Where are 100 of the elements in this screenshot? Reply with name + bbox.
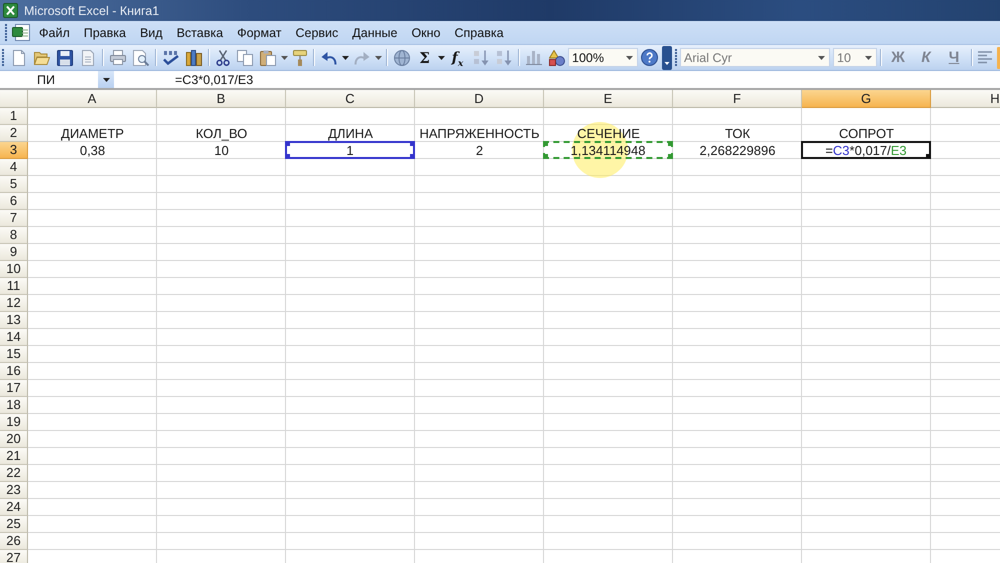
print-preview-icon[interactable] xyxy=(132,50,148,66)
fill-handle-icon[interactable] xyxy=(926,154,931,159)
selection-handle-icon[interactable] xyxy=(543,154,548,159)
row-header[interactable]: 6 xyxy=(0,193,28,210)
row-header[interactable]: 21 xyxy=(0,448,28,465)
row-header[interactable]: 16 xyxy=(0,363,28,380)
menu-item[interactable]: Справка xyxy=(448,26,511,40)
insert-function-button[interactable]: f$_{x}$ xyxy=(449,48,466,68)
menu-item[interactable]: Вид xyxy=(132,26,170,40)
selection-handle-icon[interactable] xyxy=(285,141,290,146)
cell-value: 1,134114948 xyxy=(570,142,646,158)
row-header[interactable]: 7 xyxy=(0,210,28,227)
row-header[interactable]: 8 xyxy=(0,227,28,244)
column-header[interactable]: G xyxy=(802,90,931,108)
sort-ascending-icon[interactable] xyxy=(472,50,488,66)
row-header[interactable]: 10 xyxy=(0,261,28,278)
shapes-icon[interactable] xyxy=(548,50,564,66)
paintbrush-icon[interactable] xyxy=(292,50,306,66)
selection-handle-icon[interactable] xyxy=(668,141,673,146)
menu-item[interactable]: Файл xyxy=(32,26,77,40)
row-header[interactable]: 9 xyxy=(0,244,28,261)
column-header[interactable]: F xyxy=(673,90,802,108)
row-header[interactable]: 17 xyxy=(0,380,28,397)
document-icon[interactable] xyxy=(82,50,94,66)
selection-handle-icon[interactable] xyxy=(410,154,415,159)
caret-icon[interactable] xyxy=(342,56,348,60)
caret-icon[interactable] xyxy=(374,56,382,60)
align-left-icon[interactable] xyxy=(978,51,992,64)
grip-icon[interactable] xyxy=(5,24,8,41)
column-header[interactable]: H xyxy=(931,90,1000,108)
folder-icon[interactable] xyxy=(34,50,50,64)
row-header[interactable]: 2 xyxy=(0,125,28,142)
column-header[interactable]: E xyxy=(544,90,673,108)
menu-item[interactable]: Окно xyxy=(404,26,448,40)
selection-handle-icon[interactable] xyxy=(543,141,548,146)
menu-item[interactable]: Данные xyxy=(345,26,404,40)
row-header[interactable]: 20 xyxy=(0,431,28,448)
column-header[interactable]: D xyxy=(415,90,544,108)
row-header[interactable]: 19 xyxy=(0,414,28,431)
new-document-icon[interactable] xyxy=(12,50,24,66)
globe-icon[interactable] xyxy=(394,50,410,66)
table-cell-text: СОПРОТ xyxy=(838,125,895,142)
undo-icon[interactable] xyxy=(320,50,336,64)
row-header[interactable]: 24 xyxy=(0,499,28,516)
zoom-combo[interactable]: 100% xyxy=(568,48,638,67)
bar-chart-icon[interactable] xyxy=(526,50,542,65)
active-cell[interactable]: =C3*0,017/E3 xyxy=(801,141,931,159)
books-icon[interactable] xyxy=(186,50,202,66)
selection-handle-icon[interactable] xyxy=(285,154,290,159)
copy-icon[interactable] xyxy=(236,50,252,66)
row-header[interactable]: 4 xyxy=(0,159,28,176)
column-header[interactable]: B xyxy=(157,90,286,108)
row-header[interactable]: 25 xyxy=(0,516,28,533)
column-header[interactable]: C xyxy=(286,90,415,108)
table-cell-text: НАПРЯЖЕННОСТЬ xyxy=(418,125,541,142)
row-header[interactable]: 12 xyxy=(0,295,28,312)
row-header[interactable]: 22 xyxy=(0,465,28,482)
help-icon[interactable] xyxy=(641,49,658,66)
column-header[interactable]: A xyxy=(28,90,157,108)
autosum-button[interactable]: Σ xyxy=(416,48,433,68)
caret-icon[interactable] xyxy=(626,56,632,60)
row-header[interactable]: 3 xyxy=(0,142,28,159)
printer-icon[interactable] xyxy=(110,50,126,65)
cell-formula: =C3*0,017/E3 xyxy=(825,142,907,158)
menu-item[interactable]: Вставка xyxy=(170,26,230,40)
row-header[interactable]: 5 xyxy=(0,176,28,193)
row-header[interactable]: 26 xyxy=(0,533,28,550)
spreadsheet-logo-icon xyxy=(3,3,18,18)
menu-item[interactable]: Сервис xyxy=(288,26,346,40)
caret-icon[interactable] xyxy=(102,78,110,82)
row-header[interactable]: 15 xyxy=(0,346,28,363)
table-cell-text: ДИАМЕТР xyxy=(60,125,125,142)
sort-descending-icon[interactable] xyxy=(496,50,512,66)
name-box-dropdown[interactable] xyxy=(98,71,114,88)
caret-icon[interactable] xyxy=(280,56,288,60)
row-header[interactable]: 23 xyxy=(0,482,28,499)
row-header[interactable]: 13 xyxy=(0,312,28,329)
grip-icon[interactable] xyxy=(675,49,678,66)
menu-item[interactable]: Правка xyxy=(76,26,133,40)
clipboard-icon[interactable] xyxy=(260,50,276,66)
scissors-icon[interactable] xyxy=(216,50,230,66)
row-header[interactable]: 18 xyxy=(0,397,28,414)
grip-icon[interactable] xyxy=(2,49,5,66)
workbook-icon[interactable] xyxy=(12,24,30,41)
formula-field[interactable]: =C3*0,017/E3 xyxy=(114,71,1000,88)
table-cell-text: КОЛ_ВО xyxy=(194,125,248,142)
spell-check-icon[interactable] xyxy=(162,50,178,64)
save-icon[interactable] xyxy=(56,50,72,66)
toolbar-options-icon[interactable] xyxy=(662,46,672,70)
row-header[interactable]: 11 xyxy=(0,278,28,295)
row-header[interactable]: 27 xyxy=(0,550,28,563)
row-header[interactable]: 14 xyxy=(0,329,28,346)
row-header[interactable]: 1 xyxy=(0,108,28,125)
table-cell-text: ТОК xyxy=(724,125,752,142)
selection-handle-icon[interactable] xyxy=(410,141,415,146)
table-cell-text: 0,38 xyxy=(78,142,106,159)
caret-icon[interactable] xyxy=(438,56,444,60)
table-cell-text: 2 xyxy=(474,142,484,159)
menu-item[interactable]: Формат xyxy=(230,26,288,40)
selection-handle-icon[interactable] xyxy=(668,154,673,159)
